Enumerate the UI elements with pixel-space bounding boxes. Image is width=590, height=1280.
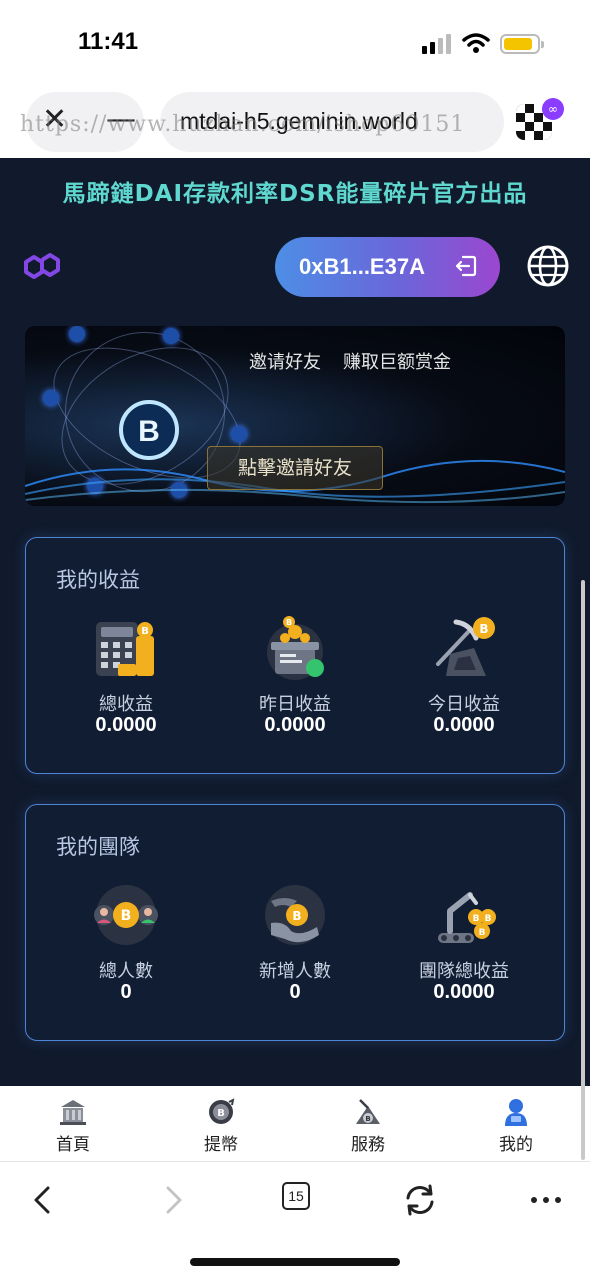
home-indicator [190,1258,400,1266]
banner-headline-reward: 赚取巨额赏金 [343,352,451,373]
yesterday-earnings-value: 0.0000 [264,714,326,736]
bank-icon [60,1100,86,1125]
yesterday-earnings-label: 昨日收益 [259,694,331,715]
svg-text:B: B [479,622,488,636]
tab-mine-label: 我的 [499,1135,533,1155]
browser-address-bar: ✕ — mtdai-h5.geminin.world https://www.h… [0,88,590,158]
svg-text:B: B [217,1108,225,1119]
mining-pickaxe-icon: B [436,617,495,676]
new-members-stat: B 新增人數 0 [215,881,375,1011]
language-globe-icon[interactable] [526,244,570,288]
refresh-icon[interactable] [400,1180,440,1220]
marquee-notice: 馬蹄鏈DAI存款利率DSR能量碎片官方出品 [62,181,528,207]
today-earnings-label: 今日收益 [428,694,500,715]
total-earnings-stat: B 總收益 0.0000 [46,614,206,744]
total-earnings-label: 總收益 [99,694,153,715]
tabs-count-button[interactable]: 15 [282,1182,310,1210]
banner-headline-invite: 邀请好友 [249,352,321,373]
wallet-address-button[interactable]: 0xB1...E37A [275,237,500,297]
polygon-logo-icon[interactable] [18,242,66,290]
people-coin-icon: B [94,885,158,945]
invite-friends-button[interactable]: 點擊邀請好友 [207,446,383,490]
team-title: 我的團隊 [56,835,140,859]
svg-text:B: B [485,914,492,924]
service-icon: B [356,1099,380,1124]
tab-mine[interactable]: 我的 [466,1094,566,1156]
earnings-title: 我的收益 [56,568,140,592]
new-members-value: 0 [289,981,301,1003]
svg-text:B: B [286,618,292,627]
watermark: https://www.huzhan.com/ishop60151 [20,112,466,137]
link-badge-icon: ∞ [542,98,564,120]
tab-withdraw[interactable]: B 提幣 [171,1094,271,1156]
status-time: 11:41 [78,28,139,55]
team-earnings-value: 0.0000 [433,981,495,1003]
invite-banner[interactable]: B 邀请好友 赚取巨额赏金 點擊邀請好友 [25,326,565,506]
cellular-signal-icon [422,34,452,54]
coin-box-icon: B [267,616,324,680]
new-members-label: 新增人數 [259,961,331,982]
more-icon[interactable] [526,1180,566,1220]
tab-service-label: 服務 [351,1135,385,1155]
svg-text:B: B [121,908,132,924]
back-icon[interactable] [24,1180,64,1220]
forward-icon[interactable] [152,1180,192,1220]
calculator-coins-icon: B [96,622,154,676]
tab-service[interactable]: B 服務 [318,1094,418,1156]
bottom-tab-bar: 首頁 B 提幣 B 服務 我的 [0,1086,590,1162]
dapp-page: 馬蹄鏈DAI存款利率DSR能量碎片官方出品 0xB1...E37A B 邀请好友… [0,158,590,1086]
total-members-value: 0 [120,981,132,1003]
team-earnings-label: 團隊總收益 [419,961,509,982]
today-earnings-stat: B 今日收益 0.0000 [384,614,544,744]
wallet-address: 0xB1...E37A [299,254,425,279]
earnings-card: 我的收益 B 總收益 0.0000 B 昨日收益 0.0000 B 今日收益 0… [25,537,565,774]
team-earnings-stat: B B B 團隊總收益 0.0000 [384,881,544,1011]
team-card: 我的團隊 B 總人數 0 B 新增人數 0 B B B 團隊總收益 0.0000 [25,804,565,1041]
wifi-icon [462,33,490,53]
svg-text:B: B [141,626,149,637]
total-members-label: 總人數 [99,961,153,982]
tab-home-label: 首頁 [56,1135,90,1155]
svg-text:B: B [473,914,480,924]
browser-toolbar: 15 [0,1162,590,1280]
tab-home[interactable]: 首頁 [23,1094,123,1156]
hand-coin-icon: B [265,885,325,945]
svg-text:B: B [365,1115,370,1123]
total-members-stat: B 總人數 0 [46,881,206,1011]
yesterday-earnings-stat: B 昨日收益 0.0000 [215,614,375,744]
total-earnings-value: 0.0000 [95,714,157,736]
battery-icon [500,34,544,54]
coin-withdraw-icon: B [209,1098,235,1124]
robot-arm-coins-icon: B B B [438,892,496,943]
svg-text:B: B [292,909,301,923]
today-earnings-value: 0.0000 [433,714,495,736]
logout-icon [455,255,477,277]
svg-text:B: B [479,928,486,938]
status-bar: 11:41 [0,0,590,88]
tab-withdraw-label: 提幣 [204,1135,238,1155]
scrollbar[interactable] [581,580,585,1160]
user-icon [505,1099,527,1126]
